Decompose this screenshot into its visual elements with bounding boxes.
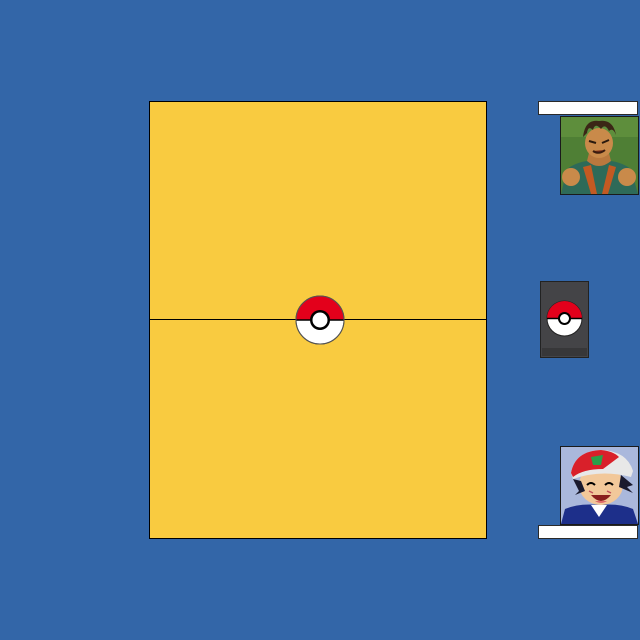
game-board[interactable] xyxy=(149,101,487,539)
deck-stack-lines xyxy=(542,348,587,356)
pokeball-icon[interactable] xyxy=(295,295,345,345)
opponent-name-bar xyxy=(538,101,638,115)
opponent-avatar xyxy=(560,116,639,195)
player-avatar xyxy=(560,446,639,525)
pokeball-icon xyxy=(546,300,583,337)
player-name-bar xyxy=(538,525,638,539)
card-deck[interactable] xyxy=(540,281,589,358)
